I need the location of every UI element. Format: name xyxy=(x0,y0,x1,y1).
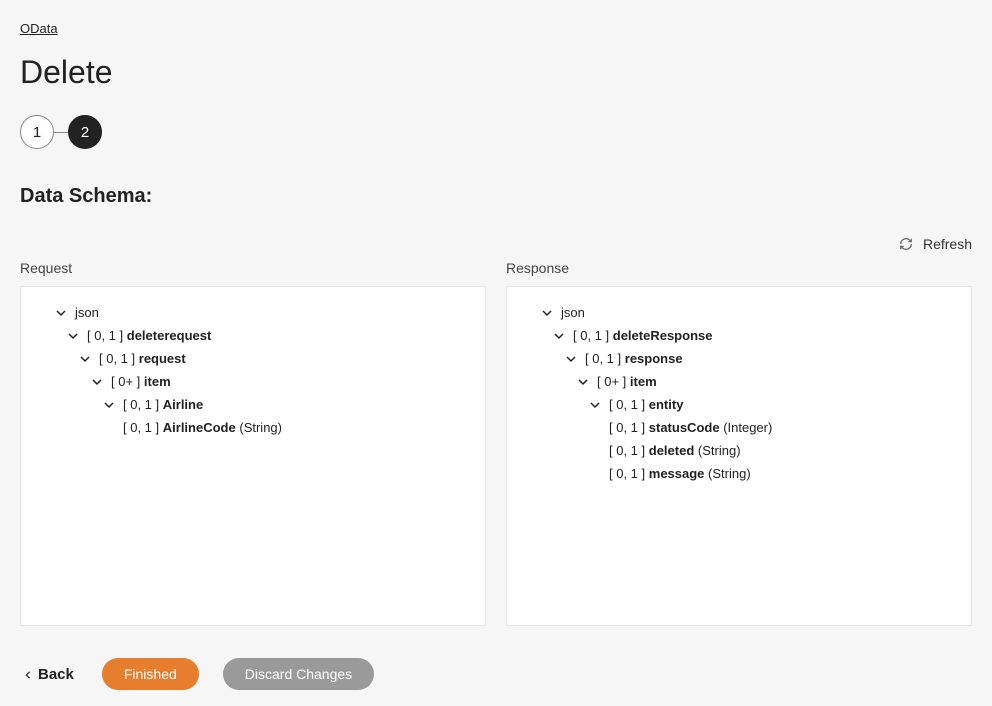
tree-node-cardinality: [ 0, 1 ] xyxy=(585,351,621,366)
tree-node-cardinality: [ 0, 1 ] xyxy=(99,351,135,366)
tree-node-type: (String) xyxy=(239,420,282,435)
tree-node-label: message xyxy=(649,466,705,481)
tree-node-type: (String) xyxy=(698,443,741,458)
breadcrumb[interactable]: OData xyxy=(20,21,58,36)
request-label: Request xyxy=(20,260,486,276)
tree-row[interactable]: [ 0, 1 ] deleted (String) xyxy=(521,439,957,462)
step-1[interactable]: 1 xyxy=(20,115,54,149)
chevron-down-icon xyxy=(79,353,91,365)
tree-row[interactable]: [ 0, 1 ] AirlineCode (String) xyxy=(35,416,471,439)
tree-row[interactable]: json xyxy=(35,301,471,324)
tree-row[interactable]: [ 0, 1 ] message (String) xyxy=(521,462,957,485)
finished-button[interactable]: Finished xyxy=(102,658,199,690)
tree-node-cardinality: [ 0, 1 ] xyxy=(123,397,159,412)
step-2[interactable]: 2 xyxy=(68,115,102,149)
refresh-button[interactable]: Refresh xyxy=(899,236,972,252)
tree-node-label: response xyxy=(625,351,683,366)
request-panel: json [ 0, 1 ] deleterequest [ 0, 1 ] req… xyxy=(20,286,486,626)
tree-node-label: item xyxy=(144,374,171,389)
refresh-label: Refresh xyxy=(923,236,972,252)
tree-row[interactable]: [ 0, 1 ] Airline xyxy=(35,393,471,416)
tree-node-cardinality: [ 0+ ] xyxy=(597,374,626,389)
chevron-down-icon xyxy=(103,399,115,411)
tree-row[interactable]: [ 0+ ] item xyxy=(35,370,471,393)
tree-node-label: entity xyxy=(649,397,684,412)
chevron-down-icon xyxy=(67,330,79,342)
tree-node-cardinality: [ 0, 1 ] xyxy=(609,420,645,435)
chevron-down-icon xyxy=(55,307,67,319)
tree-row[interactable]: [ 0, 1 ] response xyxy=(521,347,957,370)
tree-node-cardinality: [ 0, 1 ] xyxy=(573,328,609,343)
tree-row[interactable]: [ 0, 1 ] deleteResponse xyxy=(521,324,957,347)
chevron-down-icon xyxy=(553,330,565,342)
chevron-down-icon xyxy=(541,307,553,319)
chevron-down-icon xyxy=(577,376,589,388)
response-panel: json [ 0, 1 ] deleteResponse [ 0, 1 ] re… xyxy=(506,286,972,626)
tree-node-cardinality: [ 0, 1 ] xyxy=(609,466,645,481)
chevron-down-icon xyxy=(565,353,577,365)
tree-node-cardinality: [ 0, 1 ] xyxy=(609,397,645,412)
back-label: Back xyxy=(38,666,74,683)
tree-node-cardinality: [ 0, 1 ] xyxy=(123,420,159,435)
tree-node-cardinality: [ 0, 1 ] xyxy=(87,328,123,343)
tree-node-label: item xyxy=(630,374,657,389)
tree-row[interactable]: [ 0, 1 ] deleterequest xyxy=(35,324,471,347)
tree-node-type: (String) xyxy=(708,466,751,481)
refresh-icon xyxy=(899,237,913,251)
tree-node-label: AirlineCode xyxy=(163,420,236,435)
tree-row[interactable]: [ 0, 1 ] entity xyxy=(521,393,957,416)
tree-node-label: deleteResponse xyxy=(613,328,713,343)
back-button[interactable]: Back xyxy=(20,666,78,683)
tree-row[interactable]: [ 0, 1 ] request xyxy=(35,347,471,370)
tree-node-cardinality: [ 0, 1 ] xyxy=(609,443,645,458)
tree-row[interactable]: [ 0+ ] item xyxy=(521,370,957,393)
chevron-left-icon xyxy=(24,666,32,683)
chevron-down-icon xyxy=(91,376,103,388)
tree-node-type: (Integer) xyxy=(723,420,772,435)
stepper: 1 2 xyxy=(20,115,972,149)
tree-node-label: deleted xyxy=(649,443,695,458)
page-title: Delete xyxy=(20,54,972,91)
tree-node-label: json xyxy=(561,305,585,320)
section-title: Data Schema: xyxy=(20,185,972,208)
discard-changes-button[interactable]: Discard Changes xyxy=(223,658,374,690)
step-connector xyxy=(54,132,68,133)
tree-node-label: Airline xyxy=(163,397,203,412)
tree-node-cardinality: [ 0+ ] xyxy=(111,374,140,389)
tree-node-label: json xyxy=(75,305,99,320)
tree-node-label: statusCode xyxy=(649,420,720,435)
tree-node-label: deleterequest xyxy=(127,328,212,343)
tree-row[interactable]: [ 0, 1 ] statusCode (Integer) xyxy=(521,416,957,439)
tree-row[interactable]: json xyxy=(521,301,957,324)
response-label: Response xyxy=(506,260,972,276)
tree-node-label: request xyxy=(139,351,186,366)
chevron-down-icon xyxy=(589,399,601,411)
